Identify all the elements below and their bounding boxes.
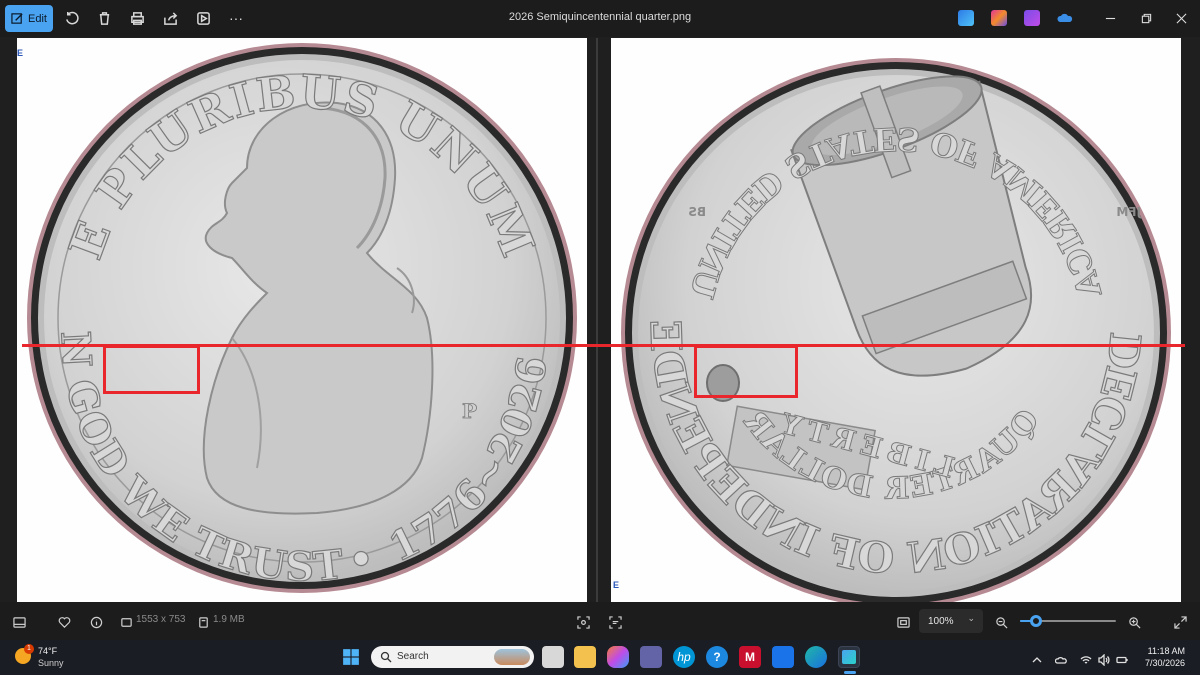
minimize-button[interactable] bbox=[1101, 9, 1119, 27]
coin-obverse: E PLURIBUS UNUM IN GOD WE TRUST • 1776~2… bbox=[17, 38, 577, 593]
favorite-button[interactable] bbox=[56, 614, 72, 630]
image-dimensions: 1553 x 753 bbox=[136, 614, 186, 625]
delete-button[interactable] bbox=[95, 9, 113, 27]
filmstrip-button[interactable] bbox=[11, 614, 27, 630]
rotate-button[interactable] bbox=[62, 9, 80, 27]
title-bar: Edit ··· 2026 Semiquincentennial quarter… bbox=[0, 0, 1200, 37]
clipchamp-app-icon[interactable] bbox=[991, 10, 1007, 26]
more-button[interactable]: ··· bbox=[227, 9, 245, 27]
weather-badge: 1 bbox=[24, 644, 34, 654]
corner-mark-bottom: E bbox=[613, 580, 620, 590]
annotation-box-left bbox=[103, 345, 200, 394]
zoom-value: 100% bbox=[928, 615, 954, 627]
copilot-icon[interactable] bbox=[607, 646, 629, 668]
share-icon bbox=[163, 11, 177, 25]
text-scan-icon bbox=[608, 615, 622, 629]
show-hidden-icons-button[interactable] bbox=[1031, 651, 1045, 665]
edit-label: Edit bbox=[28, 12, 47, 25]
restore-icon bbox=[1141, 13, 1151, 23]
onedrive-icon[interactable] bbox=[1057, 10, 1073, 26]
filmstrip-icon bbox=[12, 616, 26, 628]
photos-app-icon[interactable] bbox=[838, 646, 860, 668]
zoom-dropdown[interactable]: 100% ⌄ bbox=[919, 609, 983, 633]
minimize-icon bbox=[1105, 17, 1115, 19]
taskbar bbox=[0, 640, 1200, 675]
file-explorer-icon[interactable] bbox=[574, 646, 596, 668]
info-icon bbox=[90, 616, 102, 628]
coin-obverse-image: E PLURIBUS UNUM IN GOD WE TRUST • 1776~2… bbox=[17, 38, 587, 602]
text-extract-button[interactable] bbox=[607, 614, 623, 630]
teams-icon[interactable] bbox=[640, 646, 662, 668]
volume-icon[interactable] bbox=[1098, 651, 1112, 667]
fit-icon bbox=[896, 616, 910, 628]
zoom-in-icon bbox=[1128, 616, 1140, 628]
print-button[interactable] bbox=[128, 9, 146, 27]
hp-icon[interactable]: hp bbox=[673, 646, 695, 668]
zoom-in-button[interactable] bbox=[1126, 614, 1142, 630]
wifi-icon[interactable] bbox=[1080, 651, 1094, 665]
windows-icon bbox=[343, 649, 359, 665]
active-app-indicator bbox=[844, 671, 856, 674]
fullscreen-button[interactable] bbox=[1172, 614, 1188, 630]
resolution-icon bbox=[118, 614, 134, 630]
heart-icon bbox=[58, 616, 70, 628]
battery-icon[interactable] bbox=[1116, 651, 1130, 665]
start-button[interactable] bbox=[340, 646, 362, 668]
mint-mark: P bbox=[462, 399, 477, 423]
designer-initials-left: BS bbox=[688, 205, 706, 219]
slideshow-icon bbox=[196, 11, 210, 25]
annotation-box-right bbox=[694, 345, 798, 398]
coin-reverse-image: UNITED STATES OF AMERICA THE DECLARATION… bbox=[611, 38, 1181, 602]
chevron-down-icon: ⌄ bbox=[967, 613, 975, 623]
video-editor-app-icon[interactable] bbox=[1024, 10, 1040, 26]
corner-mark-top: E bbox=[17, 48, 24, 58]
chevron-up-icon bbox=[1032, 657, 1042, 663]
zoom-out-icon bbox=[995, 616, 1007, 628]
print-icon bbox=[130, 11, 144, 25]
weather-temperature[interactable]: 74°F bbox=[38, 646, 57, 656]
visual-search-button[interactable] bbox=[575, 614, 591, 630]
task-view-icon[interactable] bbox=[542, 646, 564, 668]
taskbar-search[interactable]: Search bbox=[371, 646, 534, 668]
expand-icon bbox=[1173, 615, 1187, 629]
help-icon[interactable]: ? bbox=[706, 646, 728, 668]
panel-divider bbox=[587, 38, 611, 602]
onedrive-tray-icon[interactable] bbox=[1054, 651, 1069, 665]
delete-icon bbox=[99, 11, 109, 25]
maximize-button[interactable] bbox=[1137, 9, 1155, 27]
fit-to-window-button[interactable] bbox=[895, 614, 911, 630]
zoom-out-button[interactable] bbox=[993, 614, 1009, 630]
clock-time[interactable]: 11:18 AM bbox=[1135, 646, 1185, 656]
weather-condition[interactable]: Sunny bbox=[38, 658, 64, 668]
edge-icon[interactable] bbox=[805, 646, 827, 668]
close-icon bbox=[1176, 13, 1186, 23]
search-placeholder: Search bbox=[397, 651, 429, 662]
slideshow-button[interactable] bbox=[194, 9, 212, 27]
file-size: 1.9 MB bbox=[213, 614, 245, 625]
clock-date[interactable]: 7/30/2026 bbox=[1135, 658, 1185, 668]
mcafee-icon[interactable]: M bbox=[739, 646, 761, 668]
visual-search-icon bbox=[576, 615, 590, 629]
mail-icon[interactable] bbox=[772, 646, 794, 668]
zoom-slider[interactable] bbox=[1020, 615, 1116, 627]
window-title: 2026 Semiquincentennial quarter.png bbox=[508, 11, 692, 23]
file-size-icon bbox=[195, 614, 211, 630]
share-button[interactable] bbox=[161, 9, 179, 27]
search-highlight-image bbox=[494, 649, 530, 665]
designer-app-icon[interactable] bbox=[958, 10, 974, 26]
coin-reverse: UNITED STATES OF AMERICA THE DECLARATION… bbox=[621, 38, 1181, 602]
edit-button[interactable]: Edit bbox=[5, 5, 53, 32]
more-icon: ··· bbox=[229, 10, 243, 26]
rotate-icon bbox=[65, 11, 79, 24]
edit-icon bbox=[11, 13, 23, 24]
search-icon bbox=[380, 651, 392, 663]
close-button[interactable] bbox=[1172, 9, 1190, 27]
file-info-button[interactable] bbox=[88, 614, 104, 630]
designer-initials-right: JFM bbox=[1116, 205, 1142, 219]
